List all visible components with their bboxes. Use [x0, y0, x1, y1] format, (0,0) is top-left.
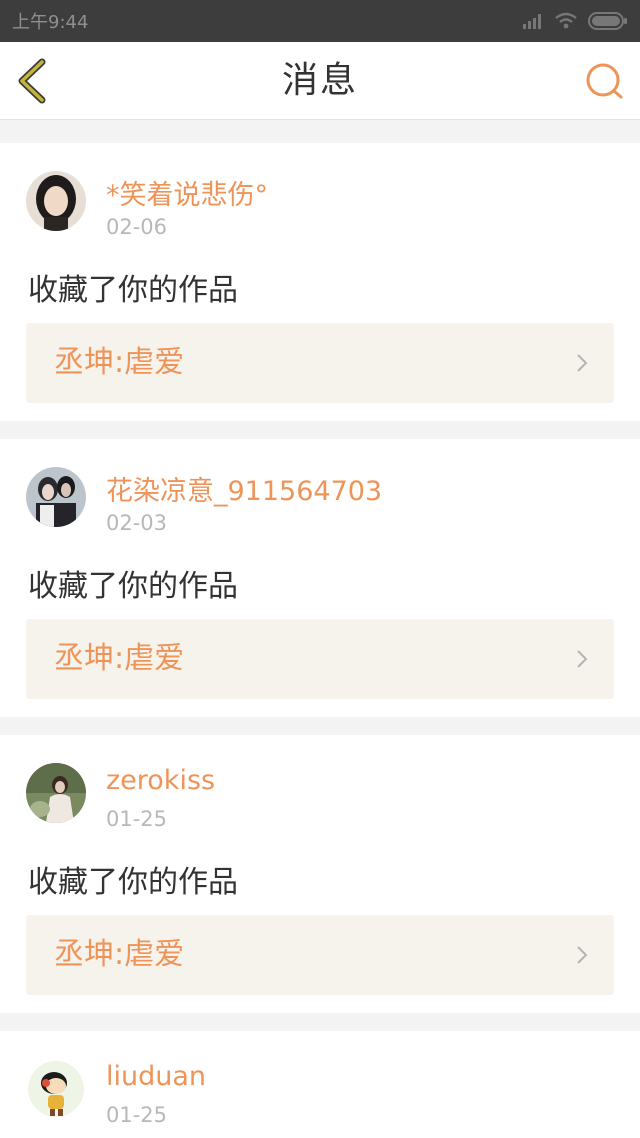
message-date: 01-25 [106, 1103, 168, 1127]
chevron-right-icon [577, 354, 588, 372]
status-icons [522, 11, 628, 31]
action-text: 收藏了你的作品 [28, 569, 238, 604]
action-text: 收藏了你的作品 [28, 865, 238, 900]
work-link[interactable]: 丞坤:虐爱 [26, 915, 614, 995]
username[interactable]: *笑着说悲伤° [106, 173, 268, 212]
avatar[interactable] [26, 171, 86, 231]
search-button[interactable] [584, 60, 626, 102]
work-link[interactable]: 丞坤:虐爱 [26, 323, 614, 403]
message-item: liuduan 01-25 [0, 1031, 640, 1138]
avatar[interactable] [26, 763, 86, 823]
message-date: 01-25 [106, 807, 168, 831]
signal-icon [523, 14, 541, 29]
avatar[interactable] [26, 467, 86, 527]
battery-icon [588, 12, 627, 30]
wifi-icon [555, 12, 577, 29]
username[interactable]: zerokiss [106, 765, 215, 796]
username[interactable]: 花染凉意_911564703 [106, 469, 382, 508]
chevron-right-icon [577, 650, 588, 668]
message-date: 02-06 [106, 215, 168, 239]
message-item: zerokiss 01-25 收藏了你的作品 丞坤:虐爱 [0, 735, 640, 1013]
message-item: *笑着说悲伤° 02-06 收藏了你的作品 丞坤:虐爱 [0, 143, 640, 421]
status-bar: 上午9:44 [0, 0, 640, 42]
search-icon [586, 63, 623, 99]
status-time: 上午9:44 [12, 12, 89, 33]
work-title: 丞坤:虐爱 [54, 937, 185, 972]
message-date: 02-03 [106, 511, 168, 535]
top-bar: 消息 [0, 42, 640, 120]
username[interactable]: liuduan [106, 1061, 206, 1092]
work-title: 丞坤:虐爱 [54, 345, 185, 380]
message-item: 花染凉意_911564703 02-03 收藏了你的作品 丞坤:虐爱 [0, 439, 640, 717]
work-link[interactable]: 丞坤:虐爱 [26, 619, 614, 699]
work-title: 丞坤:虐爱 [54, 641, 185, 676]
page-title: 消息 [281, 60, 358, 101]
action-text: 收藏了你的作品 [28, 273, 238, 308]
avatar[interactable] [26, 1059, 86, 1119]
chevron-right-icon [577, 946, 588, 964]
